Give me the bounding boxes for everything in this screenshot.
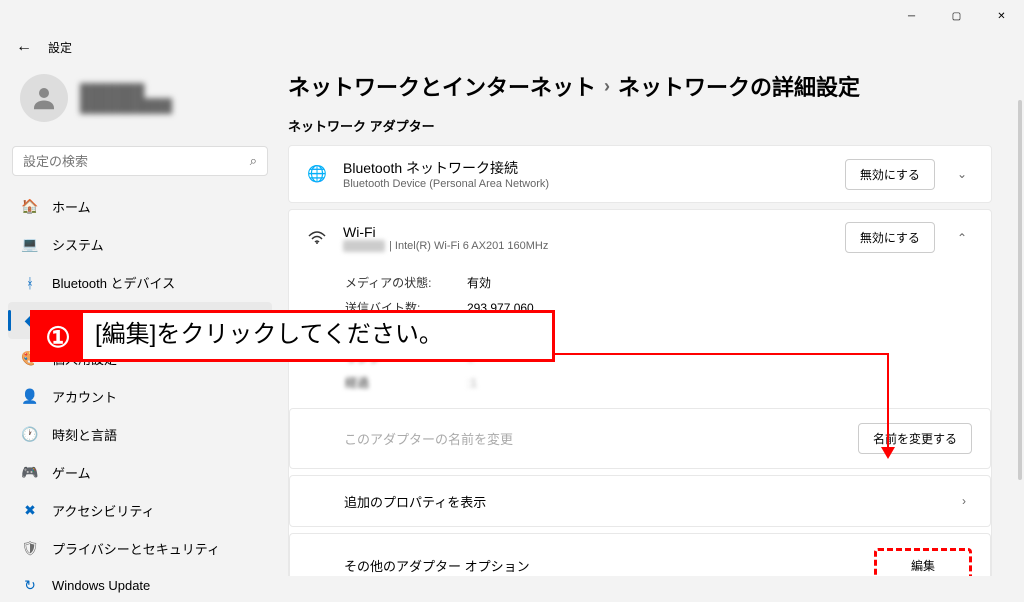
minimize-button[interactable]: ─ [889, 0, 934, 32]
sidebar-item-accessibility[interactable]: ✖アクセシビリティ [8, 492, 272, 529]
rename-button[interactable]: 名前を変更する [858, 423, 972, 454]
maximize-button[interactable]: ▢ [934, 0, 979, 32]
rename-adapter-row[interactable]: このアダプターの名前を変更 名前を変更する [289, 408, 991, 469]
sidebar-item-accounts[interactable]: 👤アカウント [8, 378, 272, 415]
home-icon: 🏠 [22, 199, 38, 215]
annotation-text: [編集]をクリックしてください。 [83, 313, 455, 359]
sidebar-item-system[interactable]: 💻システム [8, 226, 272, 263]
update-icon: ↻ [22, 577, 38, 593]
chevron-up-icon[interactable]: ⌃ [951, 227, 973, 249]
sidebar-item-privacy[interactable]: 🛡プライバシーとセキュリティ [8, 530, 272, 567]
chevron-down-icon[interactable]: ⌄ [951, 163, 973, 185]
edit-button[interactable]: 編集 [874, 548, 972, 576]
breadcrumb-parent[interactable]: ネットワークとインターネット [288, 70, 596, 102]
adapter-bluetooth[interactable]: 🌐 Bluetooth ネットワーク接続 Bluetooth Device (P… [288, 145, 992, 203]
window-title: 設定 [48, 39, 72, 56]
chevron-right-icon: › [604, 76, 610, 97]
accessibility-icon: ✖ [22, 503, 38, 519]
close-button[interactable]: ✕ [979, 0, 1024, 32]
annotation-arrow [887, 353, 889, 451]
privacy-icon: 🛡 [22, 541, 38, 557]
sidebar-item-gaming[interactable]: 🎮ゲーム [8, 454, 272, 491]
annotation-arrow-head [881, 447, 895, 459]
annotation-callout: ① [編集]をクリックしてください。 [30, 310, 555, 362]
sidebar-item-bluetooth[interactable]: ᚼBluetooth とデバイス [8, 264, 272, 301]
system-icon: 💻 [22, 237, 38, 253]
globe-icon: 🌐 [307, 164, 327, 184]
sidebar-item-update[interactable]: ↻Windows Update [8, 568, 272, 602]
breadcrumb: ネットワークとインターネット › ネットワークの詳細設定 [288, 70, 992, 102]
sidebar-item-time[interactable]: 🕐時刻と言語 [8, 416, 272, 453]
accounts-icon: 👤 [22, 389, 38, 405]
bluetooth-icon: ᚼ [22, 275, 38, 291]
annotation-arrow [553, 353, 889, 355]
page-title: ネットワークの詳細設定 [618, 70, 860, 102]
search-input[interactable]: ⌕ [12, 146, 268, 176]
person-icon [29, 83, 59, 113]
scrollbar[interactable] [1018, 100, 1022, 480]
adapter-options-row[interactable]: その他のアダプター オプション 編集 [289, 533, 991, 576]
wifi-icon [307, 231, 327, 245]
sidebar-item-home[interactable]: 🏠ホーム [8, 188, 272, 225]
gaming-icon: 🎮 [22, 465, 38, 481]
back-button[interactable]: ← [16, 38, 32, 56]
disable-wifi-button[interactable]: 無効にする [845, 222, 935, 253]
chevron-right-icon: › [956, 490, 972, 512]
time-icon: 🕐 [22, 427, 38, 443]
user-name: █████████████████ [80, 83, 172, 113]
search-icon: ⌕ [250, 153, 257, 169]
avatar [20, 74, 68, 122]
section-adapters: ネットワーク アダプター [288, 116, 992, 135]
additional-properties-row[interactable]: 追加のプロパティを表示 › [289, 475, 991, 527]
annotation-number: ① [33, 313, 83, 359]
user-profile[interactable]: █████████████████ [8, 66, 272, 138]
disable-bluetooth-button[interactable]: 無効にする [845, 159, 935, 190]
